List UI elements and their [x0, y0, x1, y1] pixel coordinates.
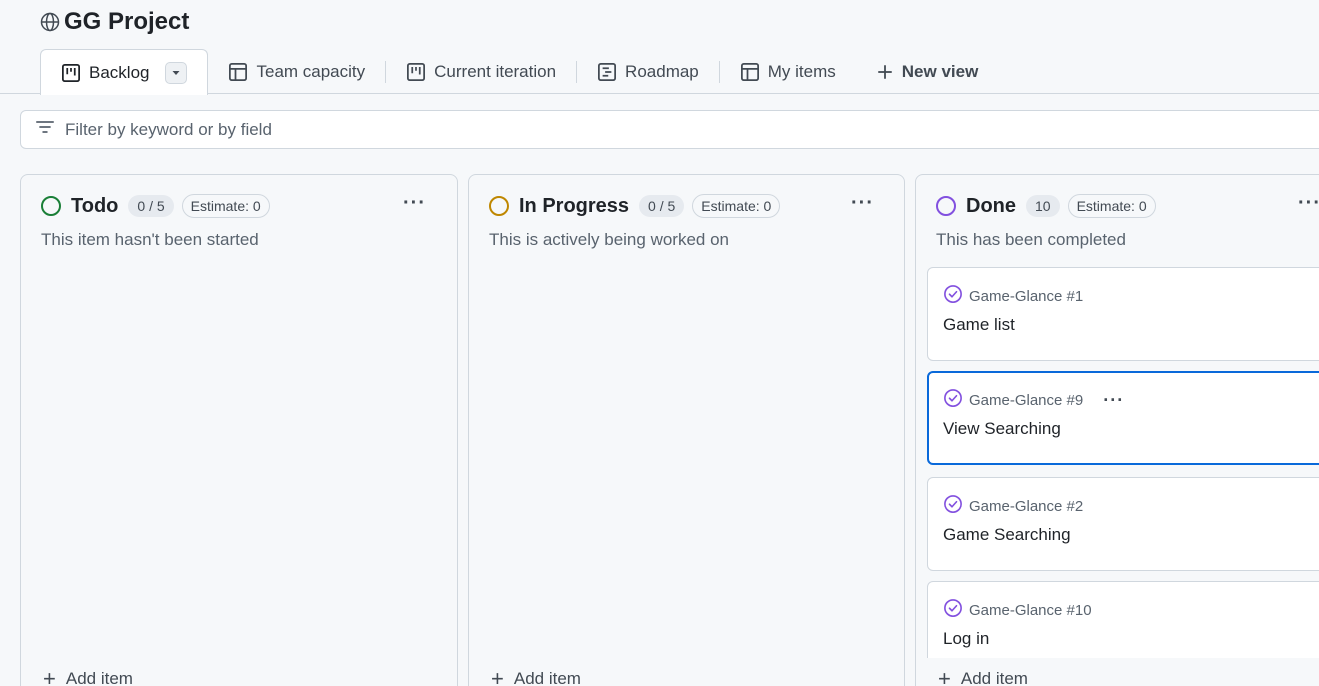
- add-item-label: Add item: [960, 669, 1028, 686]
- add-item-label: Add item: [513, 669, 581, 686]
- new-view-button[interactable]: New view: [856, 49, 999, 94]
- add-item-button[interactable]: + Add item: [43, 666, 133, 686]
- estimate-badge: Estimate: 0: [692, 194, 781, 218]
- issue-closed-icon: [943, 284, 963, 308]
- column-menu-button[interactable]: ···: [403, 193, 426, 213]
- item-count-badge: 0 / 5: [639, 195, 685, 217]
- plus-icon: +: [43, 666, 56, 686]
- issue-card[interactable]: Game-Glance #2 Game Searching: [927, 477, 1319, 571]
- issue-closed-icon: [943, 494, 963, 518]
- column-description: This has been completed: [936, 230, 1126, 249]
- card-reference[interactable]: Game-Glance #2: [943, 494, 1083, 518]
- column-description: This is actively being worked on: [489, 230, 730, 249]
- column-header: In Progress 0 / 5 Estimate: 0: [489, 193, 781, 219]
- plus-icon: +: [938, 666, 951, 686]
- card-title[interactable]: Log in: [943, 629, 989, 649]
- tab-label: My items: [767, 61, 836, 81]
- board-icon: [406, 62, 426, 82]
- card-ref-text: Game-Glance #10: [969, 601, 1092, 619]
- view-tabs: Backlog Team capacity Current iteration …: [40, 49, 999, 95]
- card-reference[interactable]: Game-Glance #1: [943, 284, 1083, 308]
- issue-card[interactable]: Game-Glance #1 Game list: [927, 267, 1319, 361]
- card-menu-button[interactable]: ···: [1103, 391, 1124, 409]
- item-count-badge: 0 / 5: [128, 195, 174, 217]
- project-title: GG Project: [40, 6, 189, 38]
- column-in-progress: In Progress 0 / 5 Estimate: 0 ··· This i…: [468, 174, 905, 686]
- plus-icon: [876, 63, 894, 81]
- status-circle-icon: [489, 196, 509, 216]
- project-title-text: GG Project: [64, 8, 190, 35]
- card-title[interactable]: Game Searching: [943, 525, 1071, 545]
- tab-team-capacity[interactable]: Team capacity: [208, 49, 385, 94]
- tab-label: New view: [901, 61, 979, 81]
- status-circle-icon: [936, 196, 956, 216]
- plus-icon: +: [491, 666, 504, 686]
- item-count-badge: 10: [1026, 195, 1060, 217]
- tab-label: Team capacity: [256, 61, 366, 81]
- column-menu-button[interactable]: ···: [1298, 193, 1319, 213]
- globe-icon: [40, 12, 60, 32]
- table-icon: [228, 62, 248, 82]
- tab-roadmap[interactable]: Roadmap: [577, 49, 719, 94]
- tab-backlog[interactable]: Backlog: [40, 49, 209, 95]
- column-header: Todo 0 / 5 Estimate: 0: [41, 193, 270, 219]
- card-reference[interactable]: Game-Glance #9 ···: [943, 388, 1124, 412]
- column-menu-button[interactable]: ···: [851, 193, 874, 213]
- card-ref-text: Game-Glance #9: [969, 391, 1084, 409]
- tab-current-iteration[interactable]: Current iteration: [386, 49, 576, 94]
- column-todo: Todo 0 / 5 Estimate: 0 ··· This item has…: [20, 174, 458, 686]
- tab-my-items[interactable]: My items: [720, 49, 856, 94]
- column-title: Done: [966, 194, 1016, 217]
- add-item-button[interactable]: + Add item: [938, 666, 1028, 686]
- card-ref-text: Game-Glance #1: [969, 287, 1084, 305]
- column-header: Done 10 Estimate: 0: [936, 193, 1156, 219]
- card-reference[interactable]: Game-Glance #10: [943, 598, 1092, 622]
- card-ref-text: Game-Glance #2: [969, 497, 1084, 515]
- tab-label: Current iteration: [434, 61, 557, 81]
- card-title[interactable]: View Searching: [943, 419, 1061, 439]
- column-title: Todo: [71, 194, 119, 217]
- column-title: In Progress: [519, 194, 630, 217]
- estimate-badge: Estimate: 0: [1067, 194, 1156, 218]
- filter-bar[interactable]: Filter by keyword or by field: [20, 110, 1319, 149]
- filter-icon: [35, 117, 55, 142]
- table-icon: [740, 62, 760, 82]
- roadmap-icon: [597, 62, 617, 82]
- filter-input[interactable]: Filter by keyword or by field: [65, 120, 272, 140]
- tab-label: Backlog: [89, 62, 150, 82]
- issue-closed-icon: [943, 598, 963, 622]
- issue-card[interactable]: Game-Glance #10 Log in: [927, 581, 1319, 658]
- estimate-badge: Estimate: 0: [181, 194, 270, 218]
- view-options-button[interactable]: [165, 61, 188, 84]
- add-item-button[interactable]: + Add item: [491, 666, 581, 686]
- card-list: Game-Glance #1 Game list Game-Glance #9 …: [916, 255, 1319, 658]
- card-title[interactable]: Game list: [943, 315, 1015, 335]
- board-icon: [61, 63, 81, 83]
- tab-label: Roadmap: [625, 61, 699, 81]
- status-circle-icon: [41, 196, 61, 216]
- triangle-down-icon: [171, 63, 181, 83]
- add-item-label: Add item: [65, 669, 133, 686]
- issue-closed-icon: [943, 388, 963, 412]
- project-header: GG Project Backlog Team capacity Current…: [0, 0, 1319, 95]
- issue-card[interactable]: Game-Glance #9 ··· View Searching: [927, 371, 1319, 465]
- column-done: Done 10 Estimate: 0 ··· This has been co…: [915, 174, 1319, 686]
- column-description: This item hasn't been started: [41, 230, 259, 249]
